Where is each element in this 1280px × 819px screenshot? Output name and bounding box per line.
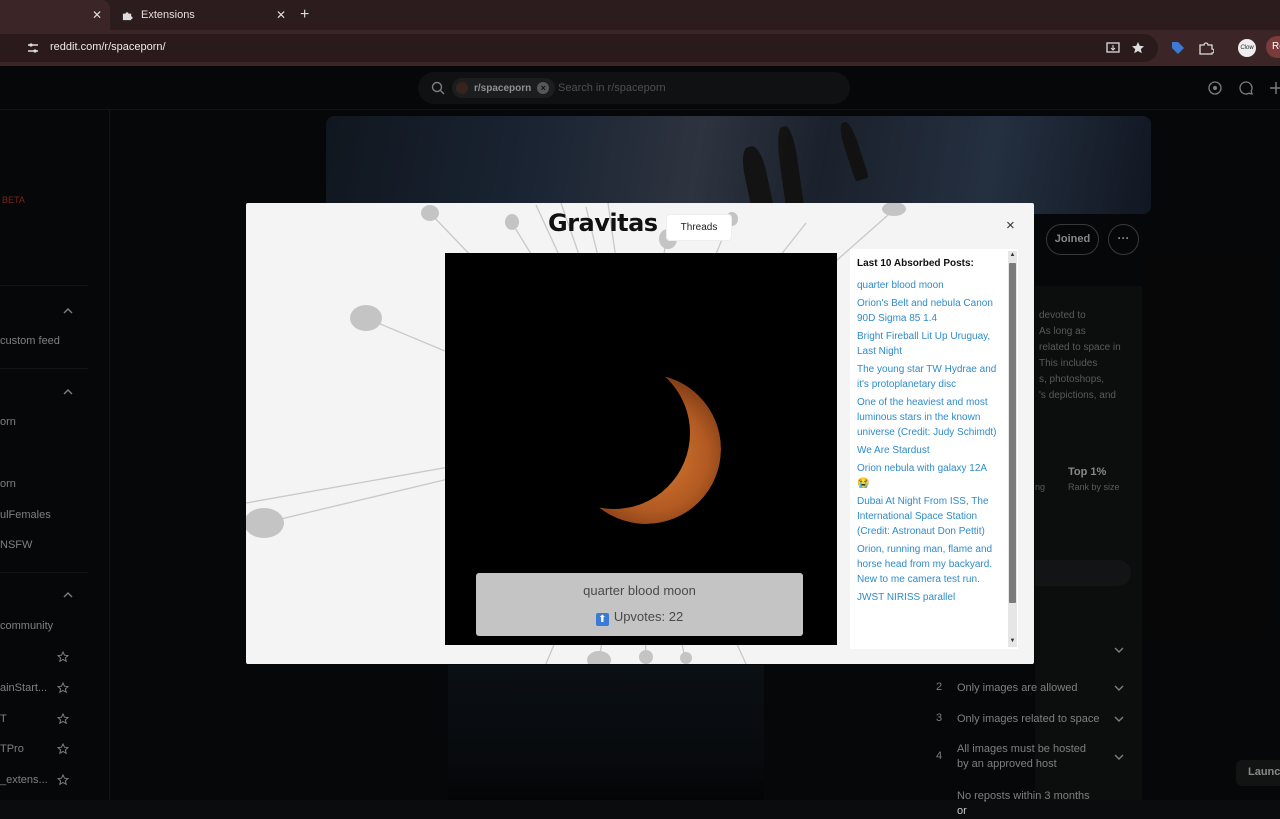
- post-link[interactable]: Orion, running man, flame and horse head…: [857, 542, 997, 587]
- close-modal-button[interactable]: ×: [1006, 217, 1015, 234]
- post-link[interactable]: Dubai At Night From ISS, The Internation…: [857, 494, 997, 539]
- extension-tag-icon[interactable]: [1170, 40, 1186, 56]
- tab-extensions[interactable]: Extensions ✕: [112, 0, 294, 30]
- gravitas-logo: Gravitas: [548, 209, 658, 237]
- browser-toolbar: reddit.com/r/spaceporn/: [0, 30, 1280, 66]
- post-caption: quarter blood moon ⬆ Upvotes: 22: [476, 573, 803, 636]
- bookmark-star-icon[interactable]: [1131, 41, 1145, 55]
- url-text: reddit.com/r/spaceporn/: [50, 41, 166, 53]
- extensions-icon[interactable]: [1198, 40, 1214, 56]
- post-link[interactable]: The young star TW Hydrae and it's protop…: [857, 362, 997, 392]
- post-title: quarter blood moon: [583, 583, 696, 598]
- tab-label: Extensions: [141, 9, 195, 21]
- install-app-icon[interactable]: [1106, 41, 1120, 55]
- post-link[interactable]: JWST NIRISS parallel: [857, 590, 997, 605]
- puzzle-icon: [122, 11, 133, 20]
- new-tab-button[interactable]: +: [300, 6, 309, 24]
- post-link[interactable]: Bright Fireball Lit Up Uruguay, Last Nig…: [857, 329, 997, 359]
- post-link[interactable]: quarter blood moon: [857, 278, 997, 293]
- post-link[interactable]: Orion's Belt and nebula Canon 90D Sigma …: [857, 296, 997, 326]
- scroll-up-icon[interactable]: ▲: [1009, 252, 1016, 258]
- absorbed-posts-panel: Last 10 Absorbed Posts: quarter blood mo…: [850, 249, 1018, 649]
- panel-title: Last 10 Absorbed Posts:: [857, 258, 974, 269]
- close-tab-icon[interactable]: ✕: [276, 8, 286, 22]
- tab-strip: ✕ Extensions ✕ +: [0, 0, 1280, 30]
- panel-scrollbar[interactable]: ▲ ▼: [1008, 251, 1017, 647]
- post-link[interactable]: Orion nebula with galaxy 12A 😭: [857, 461, 997, 491]
- scroll-down-icon[interactable]: ▼: [1009, 638, 1016, 644]
- absorbed-posts-list: quarter blood moon Orion's Belt and nebu…: [857, 278, 997, 608]
- post-image-viewer[interactable]: quarter blood moon ⬆ Upvotes: 22: [445, 253, 837, 645]
- upvote-arrow-icon: ⬆: [595, 613, 609, 626]
- post-link[interactable]: One of the heaviest and most luminous st…: [857, 395, 997, 440]
- tab-reddit[interactable]: ✕: [0, 0, 110, 30]
- site-settings-icon[interactable]: [28, 43, 38, 53]
- threads-button[interactable]: Threads: [667, 215, 731, 240]
- gravitas-modal: Gravitas Threads × quarter blood moon ⬆ U…: [246, 203, 1034, 664]
- extension-avatar[interactable]: Clow: [1238, 39, 1256, 57]
- post-link[interactable]: We Are Stardust: [857, 443, 997, 458]
- address-bar[interactable]: reddit.com/r/spaceporn/: [0, 34, 1158, 62]
- close-tab-icon[interactable]: ✕: [92, 8, 102, 22]
- scrollbar-thumb[interactable]: [1009, 263, 1016, 603]
- post-upvotes: ⬆ Upvotes: 22: [476, 609, 803, 626]
